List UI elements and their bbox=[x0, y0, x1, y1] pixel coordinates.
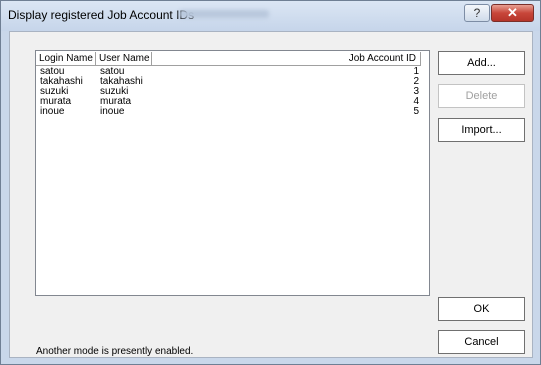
import-button[interactable]: Import... bbox=[438, 118, 525, 142]
column-header-login-name[interactable]: Login Name bbox=[36, 52, 96, 66]
window-title: Display registered Job Account IDs bbox=[8, 8, 195, 22]
list-body: satou satou 1 takahashi takahashi 2 suzu… bbox=[36, 67, 429, 117]
table-row[interactable]: murata murata 4 bbox=[36, 97, 429, 107]
column-header-user-name[interactable]: User Name bbox=[96, 52, 152, 66]
list-header: Login Name User Name Job Account ID bbox=[36, 51, 429, 66]
table-row[interactable]: satou satou 1 bbox=[36, 67, 429, 77]
login-name-cell: inoue bbox=[40, 106, 65, 117]
table-row[interactable]: inoue inoue 5 bbox=[36, 107, 429, 117]
user-name-cell: inoue bbox=[100, 106, 125, 117]
add-button[interactable]: Add... bbox=[438, 51, 525, 75]
column-header-job-account-id[interactable]: Job Account ID bbox=[152, 52, 421, 66]
help-button[interactable]: ? bbox=[464, 4, 490, 22]
table-row[interactable]: takahashi takahashi 2 bbox=[36, 77, 429, 87]
title-bar: Display registered Job Account IDs ? ✕ bbox=[1, 1, 540, 31]
ok-button[interactable]: OK bbox=[438, 297, 525, 321]
close-button[interactable]: ✕ bbox=[491, 4, 534, 22]
dialog-window: Display registered Job Account IDs ? ✕ L… bbox=[0, 0, 541, 365]
title-blurred-text bbox=[179, 10, 269, 18]
table-row[interactable]: suzuki suzuki 3 bbox=[36, 87, 429, 97]
cancel-button[interactable]: Cancel bbox=[438, 330, 525, 354]
job-account-id-cell: 5 bbox=[413, 106, 419, 117]
job-account-list[interactable]: Login Name User Name Job Account ID sato… bbox=[35, 50, 430, 296]
dialog-body: Login Name User Name Job Account ID sato… bbox=[9, 31, 533, 358]
status-message: Another mode is presently enabled. bbox=[36, 346, 194, 357]
delete-button[interactable]: Delete bbox=[438, 84, 525, 108]
